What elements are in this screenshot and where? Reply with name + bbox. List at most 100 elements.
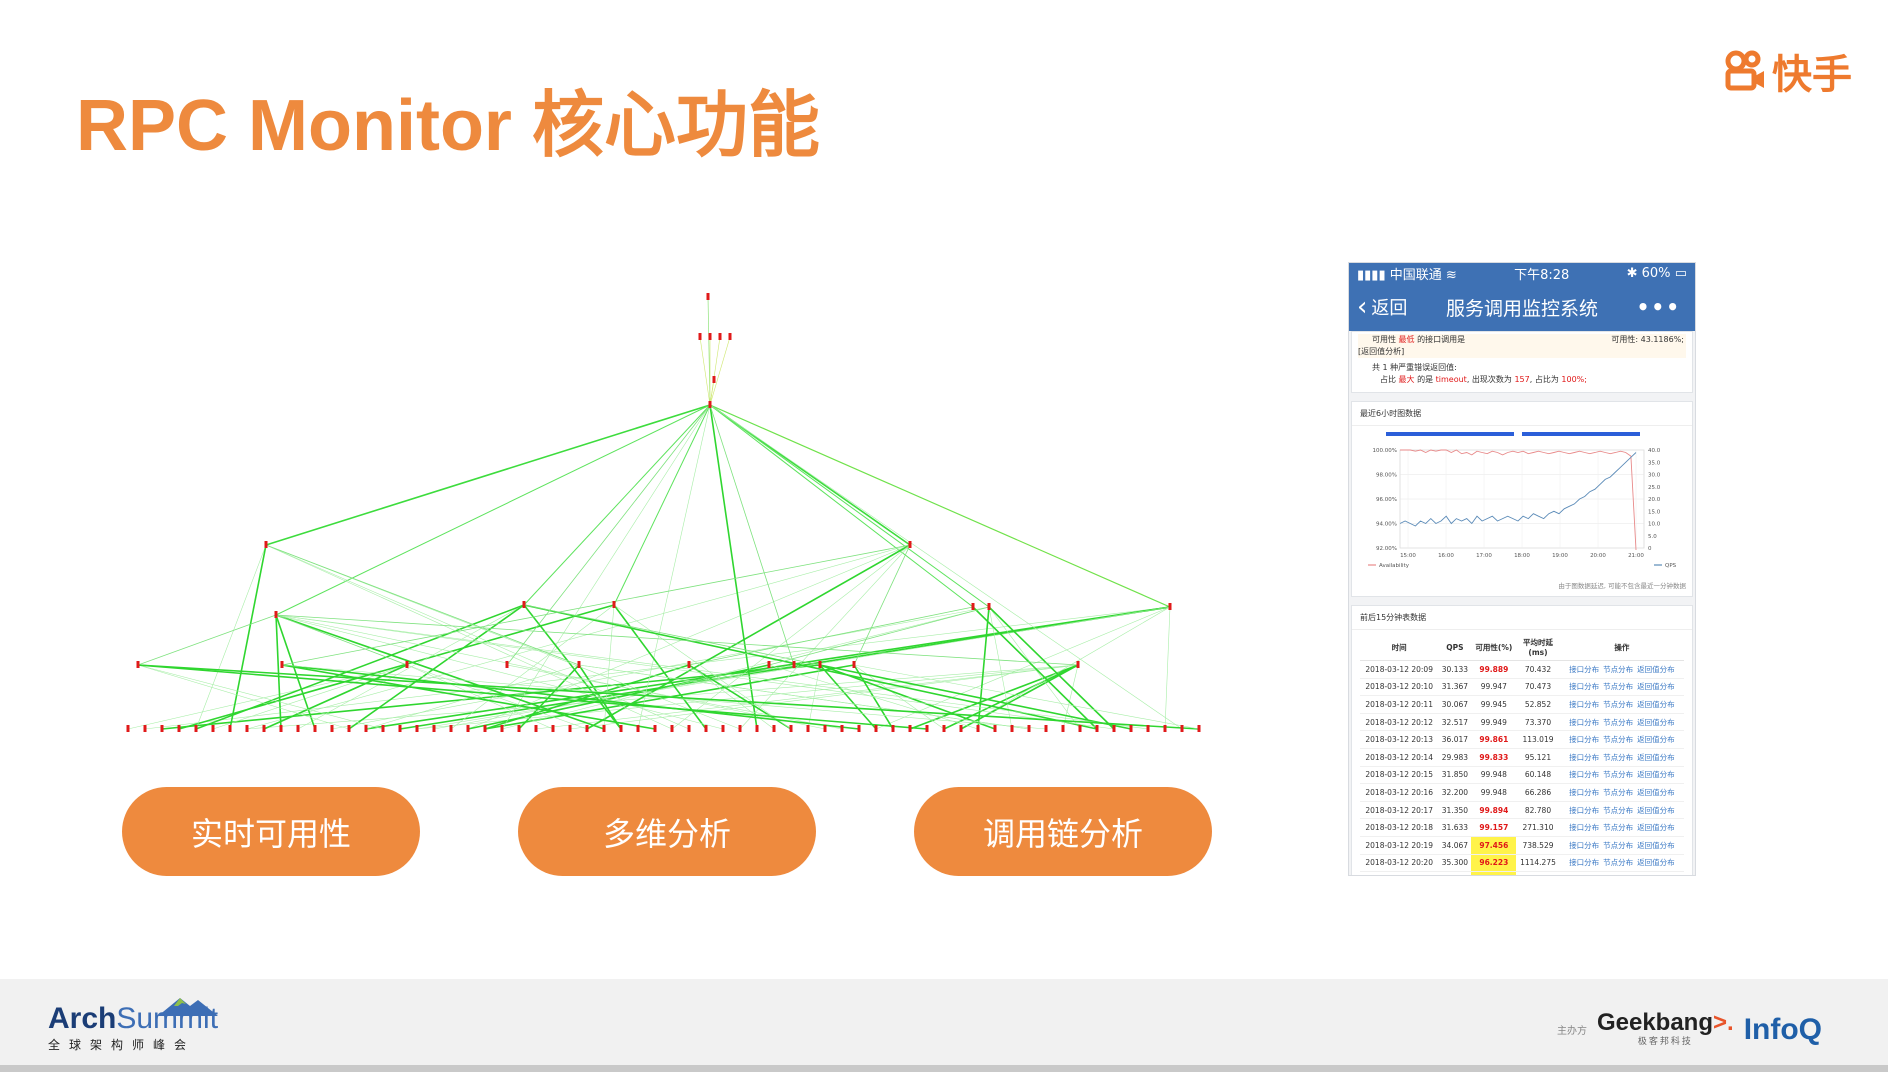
table-row: 2018-03-12 20:16 32.200 99.948 66.286 接口分布 节点…	[1360, 783, 1684, 802]
graph-edge	[768, 606, 990, 666]
table-cell: 99.947	[1471, 678, 1517, 697]
graph-node	[942, 725, 946, 732]
table-op-link[interactable]: 返回值分布	[1637, 718, 1675, 727]
graph-node	[279, 725, 283, 732]
graph-edge	[709, 404, 1171, 608]
table-cell: 96.171	[1471, 871, 1517, 875]
table-op-link[interactable]: 接口分布	[1569, 700, 1599, 709]
table-op-link[interactable]: 节点分布	[1603, 770, 1633, 779]
table-op-link[interactable]: 返回值分布	[1637, 665, 1675, 674]
table-op-link[interactable]: 节点分布	[1603, 718, 1633, 727]
summary-line-2: 共 1 种严重错误返回值:	[1372, 363, 1457, 372]
graph-node	[1180, 725, 1184, 732]
table-op-link[interactable]: 返回值分布	[1637, 682, 1675, 691]
table-op-link[interactable]: 返回值分布	[1637, 788, 1675, 797]
table-op-link[interactable]: 接口分布	[1569, 735, 1599, 744]
table-op-link[interactable]: 返回值分布	[1637, 823, 1675, 832]
y-left-tick: 94.00%	[1376, 522, 1397, 528]
summary-prefix: 可用性	[1372, 335, 1396, 344]
table-op-link[interactable]: 接口分布	[1569, 806, 1599, 815]
summary-card: 可用性 最低 的接口调用是 可用性: 43.1186%; [返回值分析] 共 1…	[1351, 331, 1693, 393]
graph-node	[466, 725, 470, 732]
table-op-link[interactable]: 节点分布	[1603, 806, 1633, 815]
table-op-link[interactable]: 接口分布	[1569, 718, 1599, 727]
host-label: 主办方	[1556, 1026, 1587, 1037]
table-op-link[interactable]: 节点分布	[1603, 665, 1633, 674]
series-line-qps	[1399, 452, 1637, 527]
table-op-link[interactable]: 节点分布	[1603, 823, 1633, 832]
x-tick: 15:00	[1400, 553, 1416, 559]
table-op-link[interactable]: 接口分布	[1569, 665, 1599, 674]
table-op-link[interactable]: 返回值分布	[1637, 770, 1675, 779]
table-cell: 36.017	[1438, 730, 1472, 749]
table-op-link[interactable]: 节点分布	[1603, 841, 1633, 850]
graph-node	[976, 725, 980, 732]
table-op-link[interactable]: 返回值分布	[1637, 735, 1675, 744]
arch-text: Arch	[48, 1002, 117, 1035]
s3-prefix: 占比	[1380, 375, 1396, 384]
table-op-link[interactable]: 接口分布	[1569, 858, 1599, 867]
graph-node	[296, 725, 300, 732]
table-op-link[interactable]: 节点分布	[1603, 682, 1633, 691]
clock: 下午8:28	[1514, 267, 1570, 283]
table-op-link[interactable]: 接口分布	[1569, 788, 1599, 797]
table-op-link[interactable]: 接口分布	[1569, 682, 1599, 691]
graph-node	[772, 725, 776, 732]
table-op-link[interactable]: 节点分布	[1603, 700, 1633, 709]
table-op-link[interactable]: 返回值分布	[1637, 858, 1675, 867]
graph-node	[143, 725, 147, 732]
table-op-link[interactable]: 返回值分布	[1637, 806, 1675, 815]
table-cell: 99.948	[1471, 766, 1517, 785]
graph-edge	[688, 606, 974, 666]
table-row: 2018-03-12 20:12 32.517 99.949 73.370 接口分布 节点…	[1360, 713, 1684, 732]
table-op-link[interactable]: 返回值分布	[1637, 841, 1675, 850]
graph-node	[670, 725, 674, 732]
table-cell: 31.350	[1438, 801, 1472, 820]
more-icon[interactable]: •••	[1637, 295, 1681, 319]
bluetooth-icon: ✱	[1626, 265, 1642, 281]
summary-line-1: 可用性 最低 的接口调用是 可用性: 43.1186%;	[1358, 334, 1686, 346]
table-cell: 32.517	[1438, 713, 1472, 732]
y-right-tick: 5.0	[1648, 534, 1657, 540]
graph-node	[415, 725, 419, 732]
table-cell: 1114.275	[1516, 854, 1560, 873]
graph-node	[1197, 725, 1201, 732]
graph-edge	[506, 404, 711, 666]
table-op-link[interactable]: 接口分布	[1569, 753, 1599, 762]
graph-node	[517, 725, 521, 732]
table-op-link[interactable]: 返回值分布	[1637, 700, 1675, 709]
graph-node	[381, 725, 385, 732]
table-cell: 113.019	[1516, 730, 1560, 749]
graph-edge	[709, 404, 795, 666]
s3-mid: 的是	[1417, 375, 1434, 384]
table-cell: 99.861	[1471, 730, 1517, 749]
table-op-link[interactable]: 接口分布	[1569, 770, 1599, 779]
table-op-link[interactable]: 接口分布	[1569, 823, 1599, 832]
table-row: 2018-03-12 20:20 35.300 96.223 1114.275 接口分布…	[1360, 854, 1684, 873]
s3-cnt-label: , 出现次数为	[1466, 375, 1512, 384]
graph-node	[245, 725, 249, 732]
graph-node	[636, 725, 640, 732]
graph-node	[280, 661, 284, 668]
y-right-tick: 30.0	[1648, 473, 1661, 479]
table-op-link[interactable]: 节点分布	[1603, 753, 1633, 762]
table-ops-cell: 接口分布节点分布返回值分布	[1559, 783, 1684, 802]
graph-node	[767, 661, 771, 668]
graph-node	[228, 725, 232, 732]
graph-edge	[523, 604, 821, 666]
table-op-link[interactable]: 接口分布	[1569, 841, 1599, 850]
graph-node	[534, 725, 538, 732]
table-cell: 2018-03-12 20:11	[1360, 695, 1439, 714]
y-right-tick: 0	[1648, 546, 1652, 552]
graph-edge	[137, 614, 277, 666]
table-op-link[interactable]: 节点分布	[1603, 858, 1633, 867]
table-cell: 30.133	[1438, 660, 1472, 679]
table-op-link[interactable]: 节点分布	[1603, 735, 1633, 744]
table-ops-cell: 接口分布节点分布返回值分布	[1559, 730, 1684, 749]
table-op-link[interactable]: 节点分布	[1603, 788, 1633, 797]
infoq-logo: InfoQ	[1743, 1012, 1822, 1046]
graph-node	[687, 661, 691, 668]
table-row: 2018-03-12 20:2136.56796.1711143.552接口分布…	[1360, 871, 1684, 875]
table-op-link[interactable]: 返回值分布	[1637, 753, 1675, 762]
table-cell: 70.473	[1516, 678, 1560, 697]
